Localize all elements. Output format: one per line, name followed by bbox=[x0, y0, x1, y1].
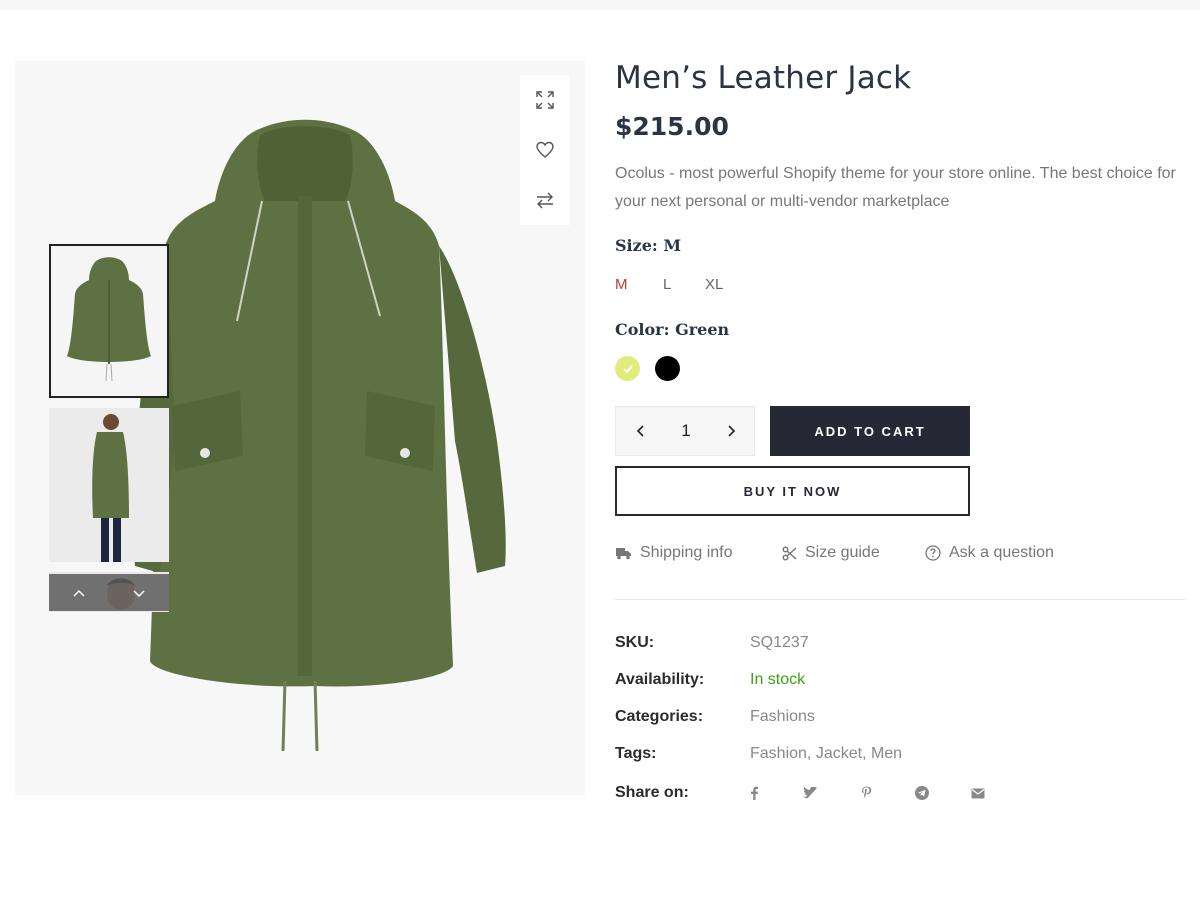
thumbnail-list bbox=[49, 244, 169, 612]
pinterest-icon[interactable] bbox=[858, 785, 874, 801]
thumb-prev-button[interactable] bbox=[49, 574, 109, 611]
color-swatch-green[interactable] bbox=[615, 356, 640, 381]
size-guide-link[interactable]: Size guide bbox=[782, 544, 880, 562]
thumb-next-button[interactable] bbox=[109, 574, 169, 611]
quantity-input[interactable] bbox=[661, 417, 711, 445]
color-swatch-black[interactable] bbox=[655, 356, 680, 381]
top-bar bbox=[0, 0, 1200, 10]
ask-question-link[interactable]: Ask a question bbox=[925, 544, 1054, 562]
sku-value: SQ1237 bbox=[750, 634, 809, 651]
thumbnail-2[interactable] bbox=[49, 408, 169, 562]
quantity-decrease-button[interactable] bbox=[621, 407, 661, 455]
tags-value[interactable]: Fashion, Jacket, Men bbox=[750, 745, 902, 763]
chevron-right-icon bbox=[728, 425, 736, 437]
size-option-xl[interactable]: XL bbox=[705, 276, 723, 293]
thumbnail-1[interactable] bbox=[49, 244, 169, 398]
chevron-up-icon bbox=[73, 589, 85, 597]
telegram-icon[interactable] bbox=[914, 785, 930, 801]
chevron-down-icon bbox=[133, 589, 145, 597]
availability-value: In stock bbox=[750, 671, 806, 688]
color-value: Green bbox=[675, 320, 730, 339]
gallery-tools bbox=[520, 75, 570, 225]
product-description: Ocolus - most powerful Shopify theme for… bbox=[615, 165, 1176, 210]
product-title: Men’s Leather Jack bbox=[615, 60, 912, 96]
question-circle-icon bbox=[925, 545, 941, 561]
quantity-stepper bbox=[615, 406, 755, 456]
share-label: Share on: bbox=[615, 784, 689, 801]
color-label-text: Color: bbox=[615, 320, 670, 339]
facebook-icon[interactable] bbox=[746, 785, 762, 801]
email-icon[interactable] bbox=[970, 785, 986, 801]
expand-icon[interactable] bbox=[520, 75, 570, 125]
check-icon bbox=[622, 364, 633, 373]
product-price: $215.00 bbox=[615, 112, 729, 141]
size-label-text: Size: bbox=[615, 236, 658, 255]
sku-label: SKU: bbox=[615, 634, 655, 651]
size-option-l[interactable]: L bbox=[663, 276, 671, 293]
chevron-left-icon bbox=[636, 425, 644, 437]
size-option-m[interactable]: M bbox=[615, 276, 628, 293]
truck-icon bbox=[616, 548, 631, 560]
size-label: Size: M bbox=[615, 236, 681, 255]
ask-question-label: Ask a question bbox=[949, 544, 1054, 561]
heart-icon[interactable] bbox=[520, 125, 570, 175]
categories-value[interactable]: Fashions bbox=[750, 708, 815, 726]
thumbnail-nav bbox=[49, 574, 169, 611]
scissors-icon bbox=[782, 545, 797, 561]
size-guide-label: Size guide bbox=[805, 544, 880, 561]
divider bbox=[615, 599, 1185, 600]
tags-label: Tags: bbox=[615, 745, 657, 762]
availability-label: Availability: bbox=[615, 671, 705, 688]
shipping-info-label: Shipping info bbox=[640, 544, 733, 561]
buy-now-button[interactable]: BUY IT NOW bbox=[615, 466, 970, 516]
color-label: Color: Green bbox=[615, 320, 729, 339]
quantity-increase-button[interactable] bbox=[711, 407, 751, 455]
add-to-cart-button[interactable]: ADD TO CART bbox=[770, 406, 970, 456]
product-gallery bbox=[15, 61, 585, 795]
categories-label: Categories: bbox=[615, 708, 704, 725]
twitter-icon[interactable] bbox=[802, 785, 818, 801]
shipping-info-link[interactable]: Shipping info bbox=[615, 544, 733, 562]
size-value: M bbox=[663, 236, 682, 255]
compare-icon[interactable] bbox=[520, 175, 570, 225]
